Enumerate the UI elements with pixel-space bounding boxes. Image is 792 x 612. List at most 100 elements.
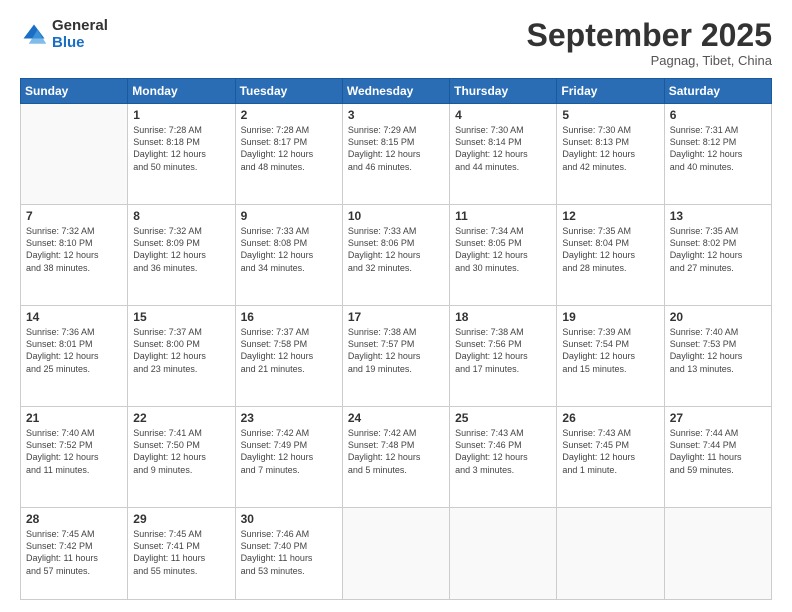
logo-icon bbox=[20, 21, 48, 49]
day-number: 21 bbox=[26, 411, 122, 425]
day-number: 18 bbox=[455, 310, 551, 324]
day-number: 27 bbox=[670, 411, 766, 425]
title-block: September 2025 Pagnag, Tibet, China bbox=[527, 18, 772, 68]
calendar-cell: 22 Sunrise: 7:41 AM Sunset: 7:50 PM Dayli… bbox=[128, 407, 235, 508]
day-number: 24 bbox=[348, 411, 444, 425]
calendar-week-row: 7Sunrise: 7:32 AM Sunset: 8:10 PM Daylig… bbox=[21, 205, 772, 306]
day-number: 8 bbox=[133, 209, 229, 223]
day-number: 3 bbox=[348, 108, 444, 122]
calendar-cell: 11 Sunrise: 7:34 AM Sunset: 8:05 PM Dayli… bbox=[450, 205, 557, 306]
calendar-cell: 26Sunrise: 7:43 AM Sunset: 7:45 PM Dayli… bbox=[557, 407, 664, 508]
calendar-week-row: 14 Sunrise: 7:36 AM Sunset: 8:01 PM Dayli… bbox=[21, 306, 772, 407]
day-info: Sunrise: 7:45 AM Sunset: 7:41 PM Dayligh… bbox=[133, 528, 229, 577]
calendar-day-header: Wednesday bbox=[342, 79, 449, 104]
day-number: 4 bbox=[455, 108, 551, 122]
calendar-cell: 4 Sunrise: 7:30 AM Sunset: 8:14 PM Daylig… bbox=[450, 104, 557, 205]
logo: General Blue bbox=[20, 18, 108, 51]
day-info: Sunrise: 7:40 AM Sunset: 7:52 PM Dayligh… bbox=[26, 427, 122, 476]
day-info: Sunrise: 7:43 AM Sunset: 7:46 PM Dayligh… bbox=[455, 427, 551, 476]
calendar-cell: 18 Sunrise: 7:38 AM Sunset: 7:56 PM Dayli… bbox=[450, 306, 557, 407]
day-number: 25 bbox=[455, 411, 551, 425]
day-info: Sunrise: 7:45 AM Sunset: 7:42 PM Dayligh… bbox=[26, 528, 122, 577]
subtitle: Pagnag, Tibet, China bbox=[527, 53, 772, 68]
day-number: 6 bbox=[670, 108, 766, 122]
calendar-day-header: Monday bbox=[128, 79, 235, 104]
day-number: 14 bbox=[26, 310, 122, 324]
day-info: Sunrise: 7:36 AM Sunset: 8:01 PM Dayligh… bbox=[26, 326, 122, 375]
day-info: Sunrise: 7:35 AM Sunset: 8:04 PM Dayligh… bbox=[562, 225, 658, 274]
day-number: 12 bbox=[562, 209, 658, 223]
header: General Blue September 2025 Pagnag, Tibe… bbox=[20, 18, 772, 68]
calendar-cell bbox=[342, 508, 449, 600]
calendar-day-header: Saturday bbox=[664, 79, 771, 104]
day-info: Sunrise: 7:40 AM Sunset: 7:53 PM Dayligh… bbox=[670, 326, 766, 375]
calendar-cell: 27 Sunrise: 7:44 AM Sunset: 7:44 PM Dayli… bbox=[664, 407, 771, 508]
day-info: Sunrise: 7:38 AM Sunset: 7:56 PM Dayligh… bbox=[455, 326, 551, 375]
day-info: Sunrise: 7:39 AM Sunset: 7:54 PM Dayligh… bbox=[562, 326, 658, 375]
day-number: 22 bbox=[133, 411, 229, 425]
day-number: 28 bbox=[26, 512, 122, 526]
calendar-cell: 3 Sunrise: 7:29 AM Sunset: 8:15 PM Daylig… bbox=[342, 104, 449, 205]
day-info: Sunrise: 7:30 AM Sunset: 8:13 PM Dayligh… bbox=[562, 124, 658, 173]
calendar-cell: 10 Sunrise: 7:33 AM Sunset: 8:06 PM Dayli… bbox=[342, 205, 449, 306]
day-number: 5 bbox=[562, 108, 658, 122]
day-info: Sunrise: 7:35 AM Sunset: 8:02 PM Dayligh… bbox=[670, 225, 766, 274]
day-info: Sunrise: 7:41 AM Sunset: 7:50 PM Dayligh… bbox=[133, 427, 229, 476]
calendar-cell: 29Sunrise: 7:45 AM Sunset: 7:41 PM Dayli… bbox=[128, 508, 235, 600]
day-info: Sunrise: 7:33 AM Sunset: 8:08 PM Dayligh… bbox=[241, 225, 337, 274]
calendar-cell: 15 Sunrise: 7:37 AM Sunset: 8:00 PM Dayli… bbox=[128, 306, 235, 407]
calendar-cell: 17Sunrise: 7:38 AM Sunset: 7:57 PM Dayli… bbox=[342, 306, 449, 407]
logo-text: General Blue bbox=[52, 18, 108, 51]
day-info: Sunrise: 7:28 AM Sunset: 8:18 PM Dayligh… bbox=[133, 124, 229, 173]
day-info: Sunrise: 7:43 AM Sunset: 7:45 PM Dayligh… bbox=[562, 427, 658, 476]
day-info: Sunrise: 7:30 AM Sunset: 8:14 PM Dayligh… bbox=[455, 124, 551, 173]
calendar-cell: 21 Sunrise: 7:40 AM Sunset: 7:52 PM Dayli… bbox=[21, 407, 128, 508]
day-info: Sunrise: 7:37 AM Sunset: 8:00 PM Dayligh… bbox=[133, 326, 229, 375]
day-info: Sunrise: 7:34 AM Sunset: 8:05 PM Dayligh… bbox=[455, 225, 551, 274]
calendar-cell: 25 Sunrise: 7:43 AM Sunset: 7:46 PM Dayli… bbox=[450, 407, 557, 508]
calendar-cell: 1 Sunrise: 7:28 AM Sunset: 8:18 PM Daylig… bbox=[128, 104, 235, 205]
logo-general: General bbox=[52, 18, 108, 35]
calendar-cell: 12 Sunrise: 7:35 AM Sunset: 8:04 PM Dayli… bbox=[557, 205, 664, 306]
day-number: 15 bbox=[133, 310, 229, 324]
calendar-cell: 28 Sunrise: 7:45 AM Sunset: 7:42 PM Dayli… bbox=[21, 508, 128, 600]
calendar-day-header: Tuesday bbox=[235, 79, 342, 104]
page: General Blue September 2025 Pagnag, Tibe… bbox=[0, 0, 792, 612]
day-number: 23 bbox=[241, 411, 337, 425]
calendar-cell: 20 Sunrise: 7:40 AM Sunset: 7:53 PM Dayli… bbox=[664, 306, 771, 407]
calendar-cell: 14 Sunrise: 7:36 AM Sunset: 8:01 PM Dayli… bbox=[21, 306, 128, 407]
calendar-cell: 5 Sunrise: 7:30 AM Sunset: 8:13 PM Daylig… bbox=[557, 104, 664, 205]
calendar-cell: 23 Sunrise: 7:42 AM Sunset: 7:49 PM Dayli… bbox=[235, 407, 342, 508]
day-number: 19 bbox=[562, 310, 658, 324]
calendar-cell: 6Sunrise: 7:31 AM Sunset: 8:12 PM Daylig… bbox=[664, 104, 771, 205]
calendar-day-header: Thursday bbox=[450, 79, 557, 104]
calendar-week-row: 28 Sunrise: 7:45 AM Sunset: 7:42 PM Dayli… bbox=[21, 508, 772, 600]
calendar-cell: 7Sunrise: 7:32 AM Sunset: 8:10 PM Daylig… bbox=[21, 205, 128, 306]
day-number: 10 bbox=[348, 209, 444, 223]
day-number: 1 bbox=[133, 108, 229, 122]
calendar-cell: 16Sunrise: 7:37 AM Sunset: 7:58 PM Dayli… bbox=[235, 306, 342, 407]
calendar-cell: 13Sunrise: 7:35 AM Sunset: 8:02 PM Dayli… bbox=[664, 205, 771, 306]
day-number: 17 bbox=[348, 310, 444, 324]
calendar-week-row: 1 Sunrise: 7:28 AM Sunset: 8:18 PM Daylig… bbox=[21, 104, 772, 205]
calendar-cell: 24 Sunrise: 7:42 AM Sunset: 7:48 PM Dayli… bbox=[342, 407, 449, 508]
logo-blue: Blue bbox=[52, 35, 108, 52]
calendar-header-row: SundayMondayTuesdayWednesdayThursdayFrid… bbox=[21, 79, 772, 104]
calendar-cell: 9 Sunrise: 7:33 AM Sunset: 8:08 PM Daylig… bbox=[235, 205, 342, 306]
calendar-cell: 30Sunrise: 7:46 AM Sunset: 7:40 PM Dayli… bbox=[235, 508, 342, 600]
calendar-cell: 2Sunrise: 7:28 AM Sunset: 8:17 PM Daylig… bbox=[235, 104, 342, 205]
day-info: Sunrise: 7:29 AM Sunset: 8:15 PM Dayligh… bbox=[348, 124, 444, 173]
calendar-cell bbox=[557, 508, 664, 600]
day-info: Sunrise: 7:44 AM Sunset: 7:44 PM Dayligh… bbox=[670, 427, 766, 476]
day-number: 7 bbox=[26, 209, 122, 223]
day-info: Sunrise: 7:42 AM Sunset: 7:49 PM Dayligh… bbox=[241, 427, 337, 476]
day-number: 11 bbox=[455, 209, 551, 223]
day-info: Sunrise: 7:32 AM Sunset: 8:09 PM Dayligh… bbox=[133, 225, 229, 274]
day-info: Sunrise: 7:46 AM Sunset: 7:40 PM Dayligh… bbox=[241, 528, 337, 577]
day-number: 9 bbox=[241, 209, 337, 223]
calendar-day-header: Sunday bbox=[21, 79, 128, 104]
month-title: September 2025 bbox=[527, 18, 772, 53]
day-number: 20 bbox=[670, 310, 766, 324]
day-info: Sunrise: 7:42 AM Sunset: 7:48 PM Dayligh… bbox=[348, 427, 444, 476]
day-info: Sunrise: 7:33 AM Sunset: 8:06 PM Dayligh… bbox=[348, 225, 444, 274]
